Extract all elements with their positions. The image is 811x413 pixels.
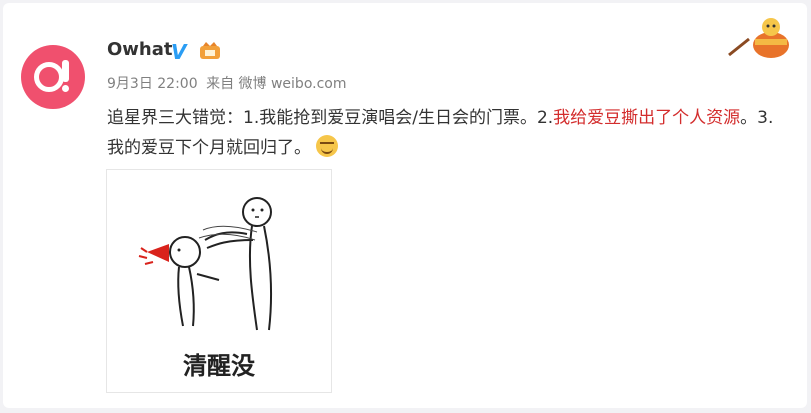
post-text-part1: 追星界三大错觉：1.我能抢到爱豆演唱会/生日会的门票。2. [107,108,554,128]
post-text: 追星界三大错觉：1.我能抢到爱豆演唱会/生日会的门票。2.我给爱豆撕出了个人资源… [107,103,787,163]
smirk-emoji-icon [316,135,339,157]
avatar-logo-ring [34,62,64,92]
post-image[interactable]: 清醒没 [106,169,332,393]
vip-badge-icon [200,42,220,59]
post-date[interactable]: 9月3日 22:00 [107,76,198,92]
avatar-logo-dot [62,85,69,92]
image-caption: 清醒没 [183,352,255,380]
avatar[interactable] [21,45,85,109]
post-text-highlight: 我给爱豆撕出了个人资源 [553,108,741,128]
verified-icon: V [171,40,187,64]
weibo-post-card: Owhat V 9月3日 22:00 来自 微博 weibo.com 追星界三大… [3,3,807,408]
avatar-logo-bar [62,60,69,82]
stick-figure-illustration [138,197,273,331]
hotpot-mascot-icon [728,18,789,58]
username[interactable]: Owhat [107,39,173,60]
post-source[interactable]: 来自 微博 weibo.com [206,76,346,92]
post-meta: 9月3日 22:00 来自 微博 weibo.com [107,73,351,93]
